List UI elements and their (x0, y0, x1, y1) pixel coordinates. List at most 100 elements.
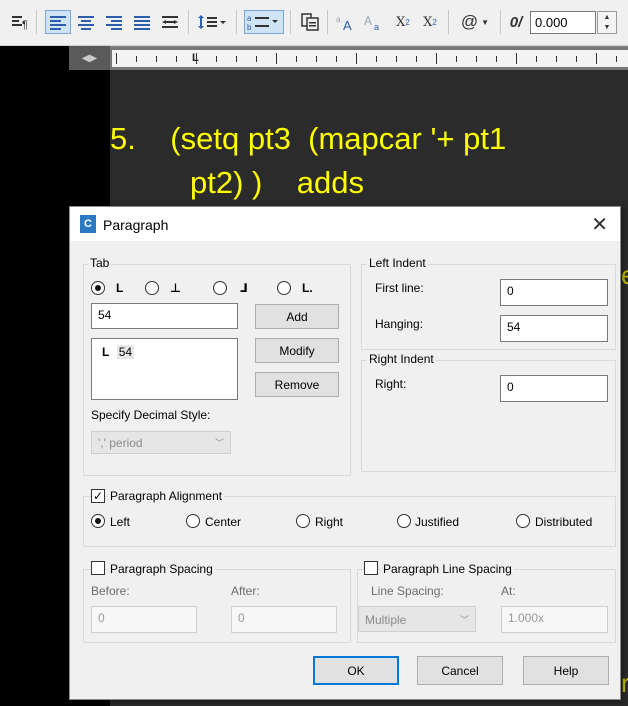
dialog-title: Paragraph (103, 217, 169, 233)
remove-button[interactable]: Remove (255, 372, 339, 397)
distribute-icon[interactable] (158, 10, 182, 34)
ruler[interactable]: L (110, 46, 628, 70)
line-spacing-type-label: Line Spacing: (371, 584, 444, 598)
after-label: After: (231, 584, 260, 598)
ruler-tick (296, 56, 297, 62)
ruler-scroll-arrows[interactable]: ◀▶ (69, 46, 110, 70)
at-label: At: (501, 584, 516, 598)
ruler-tick (576, 56, 577, 62)
before-label: Before: (91, 584, 130, 598)
symbol-icon[interactable]: @ ▼ (456, 10, 494, 34)
numbering-icon[interactable]: ab (244, 10, 284, 34)
align-left-radio[interactable] (91, 514, 105, 528)
align-right-icon[interactable] (102, 10, 126, 34)
ok-button[interactable]: OK (313, 656, 399, 685)
svg-text:A: A (364, 14, 372, 28)
svg-text:A: A (343, 18, 352, 31)
align-center-label: Center (205, 515, 242, 529)
decimal-style-select[interactable]: ',' period ﹀ (91, 431, 231, 454)
center-tab-icon: ⊥ (170, 281, 181, 295)
before-input[interactable]: 0 (91, 606, 197, 633)
ruler-tick (136, 56, 137, 62)
list-item[interactable]: L 54 (102, 345, 135, 359)
add-button[interactable]: Add (255, 304, 339, 329)
editor-line-2: pt2) ) adds (190, 165, 365, 200)
help-button[interactable]: Help (523, 656, 609, 685)
align-center-icon[interactable] (74, 10, 98, 34)
svg-text:¶: ¶ (22, 19, 28, 30)
editor-text-fragment: r (621, 668, 628, 698)
text-formatting-toolbar: ¶ ab aA Aa X2 X2 @ ▼ 0/ 0.000 ▲ ▼ (0, 0, 628, 46)
paragraph-spacing-label: Paragraph Spacing (108, 562, 215, 576)
line-spacing-label: Paragraph Line Spacing (381, 562, 514, 576)
align-justified-radio[interactable] (397, 514, 411, 528)
align-center-radio[interactable] (186, 514, 200, 528)
tab-center-radio[interactable] (145, 281, 159, 295)
svg-text:a: a (336, 15, 341, 24)
align-left-label: Left (110, 515, 131, 529)
right-indent-input[interactable]: 0 (500, 375, 608, 402)
tab-right-radio[interactable] (213, 281, 227, 295)
ruler-tick (336, 56, 337, 62)
right-tab-icon: ⅃ (240, 281, 248, 295)
ruler-tick (276, 53, 277, 64)
cancel-button[interactable]: Cancel (417, 656, 503, 685)
align-distributed-radio[interactable] (516, 514, 530, 528)
align-right-label: Right (315, 515, 344, 529)
line-spacing-icon[interactable] (196, 10, 230, 34)
justify-icon[interactable] (130, 10, 154, 34)
hanging-input[interactable]: 54 (500, 315, 608, 342)
line-spacing-select[interactable]: Multiple ﹀ (358, 606, 476, 632)
tab-left-radio[interactable] (91, 281, 105, 295)
modify-button[interactable]: Modify (255, 338, 339, 363)
align-distributed-label: Distributed (535, 515, 593, 529)
ruler-tick (476, 56, 477, 62)
paragraph-icon[interactable]: ¶ (8, 10, 32, 34)
oblique-angle-input[interactable]: 0.000 (530, 11, 596, 34)
autocad-app-icon: C (80, 215, 96, 233)
paragraph-dialog: C Paragraph ✕ Tab L ⊥ ⅃ L. 54 L 54 Add M… (69, 206, 621, 700)
subscript-icon[interactable]: X2 (418, 10, 442, 34)
at-input[interactable]: 1.000x (501, 606, 608, 633)
ruler-indent-marker[interactable]: L (192, 52, 199, 64)
tab-position-input[interactable]: 54 (91, 303, 238, 329)
ruler-tick (376, 56, 377, 62)
ruler-tick (156, 56, 157, 62)
chevron-down-icon: ﹀ (214, 438, 224, 448)
align-right-radio[interactable] (296, 514, 310, 528)
decimal-tab-icon: L. (302, 281, 313, 295)
tab-stop-list[interactable]: L 54 (91, 338, 238, 400)
close-icon[interactable]: ✕ (591, 212, 608, 237)
ruler-tick (216, 56, 217, 62)
paragraph-alignment-checkbox[interactable]: ✓ (91, 489, 105, 503)
align-justified-label: Justified (415, 515, 460, 529)
superscript-icon[interactable]: X2 (391, 10, 415, 34)
tab-group-label: Tab (88, 256, 112, 270)
svg-text:b: b (247, 23, 252, 31)
left-tab-icon: L (102, 345, 110, 359)
right-indent-label: Right Indent (367, 352, 436, 366)
tab-decimal-radio[interactable] (277, 281, 291, 295)
chevron-down-icon: ﹀ (459, 615, 469, 625)
right-label: Right: (375, 377, 407, 391)
insert-field-icon[interactable] (297, 10, 323, 34)
ruler-tick (496, 56, 497, 62)
oblique-icon: 0/ (509, 13, 523, 31)
ruler-tick (316, 56, 317, 62)
after-input[interactable]: 0 (231, 606, 337, 633)
dialog-titlebar[interactable]: C Paragraph ✕ (70, 207, 620, 241)
ruler-tick (436, 53, 437, 64)
ruler-tick (236, 56, 237, 62)
line-spacing-checkbox[interactable] (364, 561, 378, 575)
hanging-label: Hanging: (375, 317, 424, 331)
oblique-angle-spinner[interactable]: ▲ ▼ (597, 11, 617, 34)
ruler-tick (256, 56, 257, 62)
lowercase-icon[interactable]: Aa (362, 10, 386, 34)
ruler-tick (396, 56, 397, 62)
uppercase-icon[interactable]: aA (334, 10, 358, 34)
align-left-icon[interactable] (45, 10, 71, 34)
first-line-input[interactable]: 0 (500, 279, 608, 306)
ruler-tick (516, 53, 517, 64)
paragraph-alignment-label: Paragraph Alignment (108, 489, 225, 503)
paragraph-spacing-checkbox[interactable] (91, 561, 105, 575)
